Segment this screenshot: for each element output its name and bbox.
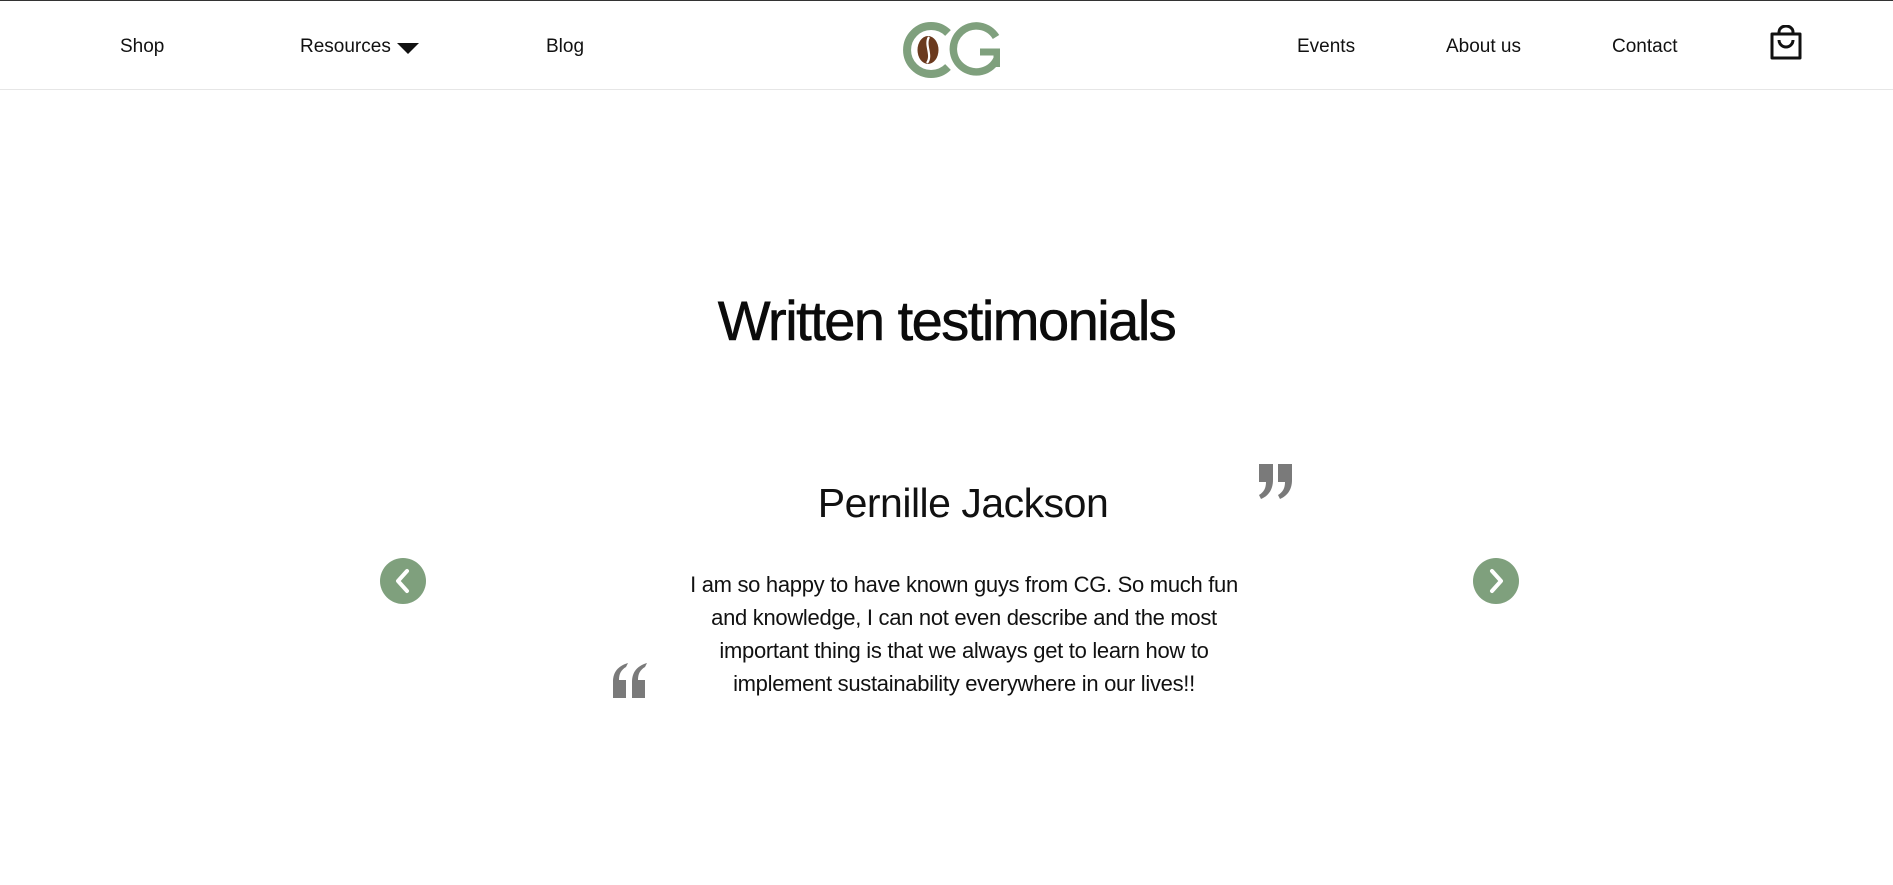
testimonial-quote-text: I am so happy to have known guys from CG… xyxy=(690,572,1238,696)
nav-contact-link[interactable]: Contact xyxy=(1612,35,1677,59)
previous-testimonial-button[interactable] xyxy=(380,558,426,604)
opening-quote-icon xyxy=(613,663,647,698)
nav-resources-label: Resources xyxy=(300,36,391,57)
nav-events-link[interactable]: Events xyxy=(1297,35,1355,59)
main-navbar: Shop Resources Blog Events About us Cont… xyxy=(0,1,1893,90)
caret-down-icon xyxy=(396,42,419,54)
nav-about-link[interactable]: About us xyxy=(1446,35,1521,59)
testimonial-author: Pernille Jackson xyxy=(817,480,1109,526)
testimonials-title: Written testimonials xyxy=(717,289,1177,353)
coffee-bean-logo-icon xyxy=(903,22,1001,78)
brand-logo[interactable] xyxy=(900,21,1001,79)
chevron-left-icon xyxy=(396,569,409,593)
closing-quote-icon xyxy=(1259,464,1292,499)
nav-resources-dropdown[interactable]: Resources xyxy=(300,35,419,59)
shopping-bag-icon xyxy=(1770,24,1802,60)
cart-button[interactable] xyxy=(1769,24,1803,61)
next-testimonial-button[interactable] xyxy=(1473,558,1519,604)
nav-blog-link[interactable]: Blog xyxy=(546,35,584,59)
chevron-right-icon xyxy=(1490,569,1503,593)
nav-shop-link[interactable]: Shop xyxy=(120,35,164,59)
page: Shop Resources Blog Events About us Cont… xyxy=(0,0,1893,885)
